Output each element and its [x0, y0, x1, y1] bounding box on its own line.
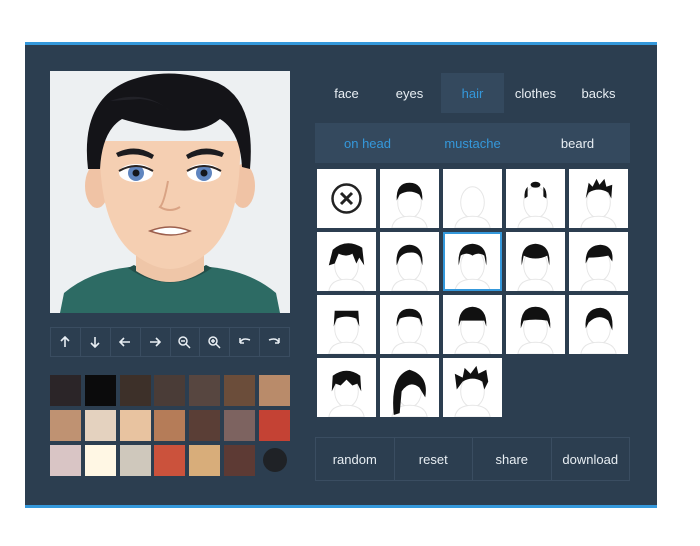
hair-option-straight-bangs[interactable]	[506, 295, 565, 354]
hair-subtabs: on head mustache beard	[315, 123, 630, 163]
color-swatch[interactable]	[50, 445, 81, 476]
avatar-preview	[50, 71, 290, 313]
zoom-out-icon[interactable]	[171, 328, 201, 356]
hair-thumbnail	[454, 243, 491, 291]
transform-toolbar	[50, 327, 290, 357]
hair-thumbnail	[454, 306, 491, 354]
subtab-beard[interactable]: beard	[525, 123, 630, 163]
hair-option-spiky-wild[interactable]	[443, 358, 502, 417]
download-button[interactable]: download	[552, 438, 630, 480]
hair-style-grid	[317, 169, 629, 417]
tab-backs[interactable]: backs	[567, 73, 630, 113]
hair-thumbnail	[517, 243, 554, 291]
color-swatch[interactable]	[84, 375, 116, 406]
color-swatch[interactable]	[154, 445, 186, 476]
hair-option-helmet[interactable]	[506, 232, 565, 291]
color-swatch[interactable]	[154, 375, 186, 406]
tab-face[interactable]: face	[315, 73, 378, 113]
color-swatch[interactable]	[119, 375, 151, 406]
redo-icon[interactable]	[260, 328, 289, 356]
color-swatch[interactable]	[50, 410, 81, 441]
zoom-in-icon[interactable]	[200, 328, 231, 356]
hair-option-none[interactable]	[317, 169, 376, 228]
color-swatch[interactable]	[119, 410, 151, 441]
arrow-down-icon[interactable]	[81, 328, 111, 356]
color-swatch[interactable]	[258, 375, 290, 406]
color-swatch[interactable]	[154, 410, 186, 441]
arrow-up-icon[interactable]	[51, 328, 81, 356]
color-swatch[interactable]	[223, 410, 255, 441]
hair-thumbnail	[517, 306, 554, 354]
hair-thumbnail	[391, 182, 428, 228]
hair-thumbnail	[454, 186, 491, 228]
color-swatch[interactable]	[258, 410, 290, 441]
color-swatch[interactable]	[119, 445, 151, 476]
hair-option-middle-part[interactable]	[443, 232, 502, 291]
tab-clothes[interactable]: clothes	[504, 73, 567, 113]
hair-option-bald-top[interactable]	[506, 169, 565, 228]
hair-thumbnail	[454, 365, 491, 417]
color-swatch[interactable]	[223, 445, 255, 476]
color-swatch[interactable]	[189, 445, 221, 476]
hair-option-side-part[interactable]	[380, 232, 439, 291]
hair-option-swept[interactable]	[569, 232, 628, 291]
color-swatch[interactable]	[223, 375, 255, 406]
color-swatch[interactable]	[84, 445, 116, 476]
arrow-right-icon[interactable]	[141, 328, 171, 356]
hair-thumbnail	[580, 244, 617, 291]
close-icon	[331, 183, 362, 214]
share-button[interactable]: share	[473, 438, 552, 480]
avatar-maker-app: face eyes hair clothes backs on head mus…	[25, 42, 657, 508]
hair-thumbnail	[580, 307, 617, 354]
undo-icon[interactable]	[230, 328, 261, 356]
hair-option-side-swept[interactable]	[569, 295, 628, 354]
hair-thumbnail	[328, 370, 365, 417]
random-button[interactable]: random	[316, 438, 395, 480]
hair-option-long-emo[interactable]	[380, 358, 439, 417]
tab-eyes[interactable]: eyes	[378, 73, 441, 113]
category-tabs: face eyes hair clothes backs	[315, 73, 630, 113]
hair-thumbnail	[328, 310, 365, 354]
hair-thumbnail	[391, 308, 428, 354]
color-palette	[50, 375, 290, 476]
hair-thumbnail	[391, 244, 428, 291]
subtab-mustache[interactable]: mustache	[420, 123, 525, 163]
color-swatch[interactable]	[189, 410, 221, 441]
color-swatch[interactable]	[50, 375, 81, 406]
hair-option-spiky-short[interactable]	[569, 169, 628, 228]
hair-thumbnail	[580, 178, 617, 228]
action-bar: random reset share download	[315, 437, 630, 481]
hair-option-bald[interactable]	[443, 169, 502, 228]
hair-option-short-slick[interactable]	[380, 169, 439, 228]
color-swatch[interactable]	[262, 448, 287, 472]
tab-hair[interactable]: hair	[441, 73, 504, 113]
color-swatch[interactable]	[189, 375, 221, 406]
hair-thumbnail	[391, 369, 428, 417]
hair-option-bowl[interactable]	[443, 295, 502, 354]
hair-thumbnail	[328, 243, 365, 291]
hair-option-short-crop[interactable]	[380, 295, 439, 354]
hair-option-messy[interactable]	[317, 232, 376, 291]
hair-thumbnail	[517, 181, 554, 228]
hair-option-flat-top[interactable]	[317, 295, 376, 354]
reset-button[interactable]: reset	[395, 438, 473, 480]
subtab-on-head[interactable]: on head	[315, 123, 420, 163]
hair-option-tousled[interactable]	[317, 358, 376, 417]
arrow-left-icon[interactable]	[111, 328, 141, 356]
color-swatch[interactable]	[84, 410, 116, 441]
